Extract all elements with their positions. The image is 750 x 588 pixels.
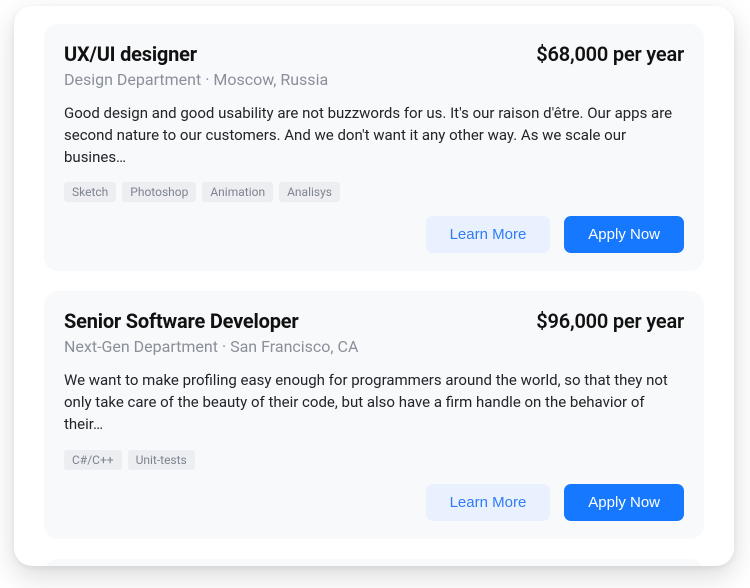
job-tag: Photoshop <box>122 182 196 202</box>
job-tag: C#/C++ <box>64 450 122 470</box>
job-salary: $68,000 per year <box>536 42 684 66</box>
learn-more-button[interactable]: Learn More <box>426 484 551 521</box>
job-tags: C#/C++ Unit-tests <box>64 450 684 470</box>
job-tag: Unit-tests <box>128 450 195 470</box>
job-subhead: Design Department · Moscow, Russia <box>64 70 684 89</box>
apply-now-button[interactable]: Apply Now <box>564 216 684 253</box>
job-tag: Analisys <box>279 182 340 202</box>
job-card: UX/UI designer $68,000 per year Design D… <box>44 24 704 271</box>
job-title: UX/UI designer <box>64 42 197 66</box>
job-tag: Animation <box>202 182 273 202</box>
job-salary: $96,000 per year <box>536 309 684 333</box>
job-tags: Sketch Photoshop Animation Analisys <box>64 182 684 202</box>
job-title: Senior Software Developer <box>64 309 298 333</box>
job-tag: Sketch <box>64 182 116 202</box>
job-card: Frontend Developer $38,000 per year Depa… <box>44 559 704 567</box>
job-card: Senior Software Developer $96,000 per ye… <box>44 291 704 538</box>
job-description: Good design and good usability are not b… <box>64 103 684 168</box>
apply-now-button[interactable]: Apply Now <box>564 484 684 521</box>
job-list-panel: UX/UI designer $68,000 per year Design D… <box>14 6 734 566</box>
job-description: We want to make profiling easy enough fo… <box>64 370 684 435</box>
learn-more-button[interactable]: Learn More <box>426 216 551 253</box>
job-subhead: Next-Gen Department · San Francisco, CA <box>64 337 684 356</box>
